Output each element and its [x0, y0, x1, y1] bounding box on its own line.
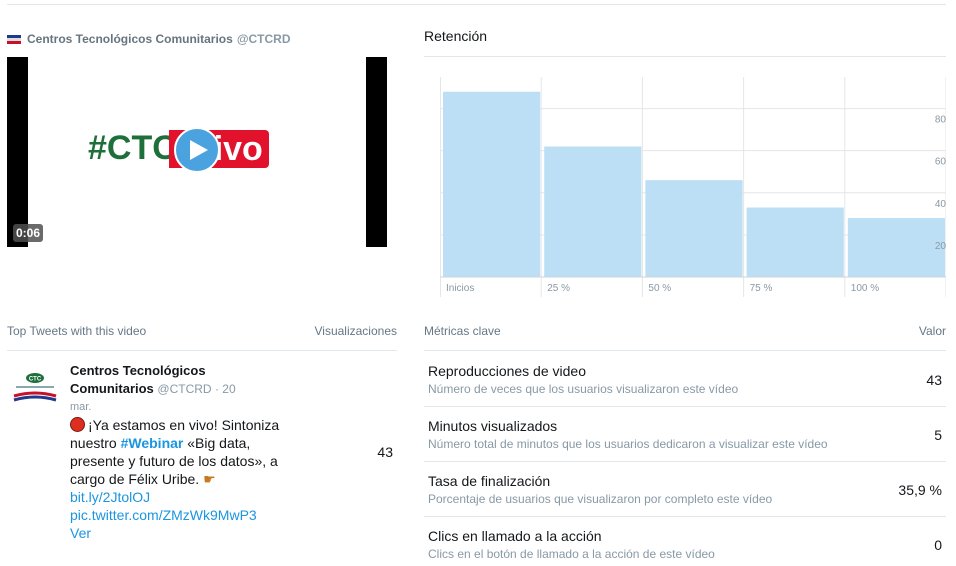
y-tick-label: 60	[935, 157, 946, 168]
metric-row-clics: Clics en llamado a la acción Clics en el…	[424, 517, 946, 566]
x-tick-label: Inicios	[446, 283, 474, 294]
top-tweets-divider	[7, 350, 397, 351]
brand-ctc-text: #CTC	[88, 129, 177, 167]
top-tweets-views-label: Visualizaciones	[314, 324, 398, 338]
metric-row-reproducciones: Reproducciones de video Número de veces …	[424, 352, 946, 407]
x-tick-label: 50 %	[648, 283, 671, 294]
play-button[interactable]	[174, 127, 220, 173]
tweet-link-bitly[interactable]: bit.ly/2JtolOJ	[70, 489, 150, 505]
metric-name: Minutos visualizados	[428, 418, 558, 434]
metric-description: Número total de minutos que los usuarios…	[428, 437, 828, 451]
tweet-see-more[interactable]: Ver	[70, 524, 280, 542]
y-tick-label: 80	[935, 115, 946, 126]
x-tick-label: 25 %	[547, 283, 570, 294]
key-metrics-divider	[424, 350, 946, 351]
video-account-handle: @CTCRD	[236, 32, 291, 46]
pointing-hand-icon: ☛	[203, 471, 216, 487]
top-divider	[7, 4, 946, 5]
letterbox-left	[7, 57, 28, 247]
retention-divider	[424, 56, 946, 57]
account-flag-icon	[7, 34, 21, 44]
metric-description: Porcentaje de usuarios que visualizaron …	[428, 492, 773, 506]
metric-value: 5	[934, 427, 942, 443]
metric-value: 0	[934, 537, 942, 553]
metric-description: Número de veces que los usuarios visuali…	[428, 382, 739, 396]
svg-text:CTC: CTC	[29, 377, 42, 383]
metric-value: 43	[926, 372, 942, 388]
metric-row-minutos: Minutos visualizados Número total de min…	[424, 407, 946, 462]
video-duration: 0:06	[13, 224, 44, 242]
y-tick-label: 40	[935, 199, 946, 210]
top-tweets-header: Top Tweets with this video Visualizacion…	[7, 324, 397, 338]
tweet-handle: @CTCRD	[157, 382, 212, 396]
tweet-avatar[interactable]: CTC	[12, 370, 58, 410]
metric-name: Clics en llamado a la acción	[428, 528, 602, 544]
top-tweets-label: Top Tweets with this video	[7, 324, 147, 338]
tweet-hashtag[interactable]: #Webinar	[121, 435, 184, 451]
key-metrics-label: Métricas clave	[424, 324, 501, 338]
key-metrics-value-label: Valor	[918, 324, 946, 338]
retention-bar	[645, 180, 743, 277]
video-player[interactable]: #CTC vivo 0:06	[7, 57, 387, 247]
red-circle-icon	[70, 417, 85, 432]
tweet-date-month: mar.	[70, 401, 92, 413]
retention-chart-svg: 20 40 60 80 Inicios 25 % 50 % 75 % 100 %	[440, 77, 946, 297]
retention-bar	[746, 207, 844, 277]
video-account-line[interactable]: Centros Tecnológicos Comunitarios @CTCRD	[7, 32, 291, 46]
retention-bar	[847, 218, 945, 277]
tweet-body: Centros Tecnológicos Comunitarios @CTCRD…	[70, 362, 280, 542]
metric-description: Clics en el botón de llamado a la acción…	[428, 547, 715, 561]
x-tick-label: 75 %	[750, 283, 773, 294]
tweet-text: ¡Ya estamos en vivo! Sintoniza nuestro #…	[70, 416, 280, 542]
tweet-link-pic[interactable]: pic.twitter.com/ZMzWk9MwP3	[70, 506, 280, 524]
tweet-author-line[interactable]: Centros Tecnológicos Comunitarios @CTCRD…	[70, 362, 280, 398]
tweet-date-day: · 20	[211, 382, 236, 396]
retention-bar	[443, 91, 541, 277]
video-account-name[interactable]: Centros Tecnológicos Comunitarios	[27, 32, 233, 46]
letterbox-right	[366, 57, 387, 247]
key-metrics-header: Métricas clave Valor	[424, 324, 946, 338]
retention-bar	[544, 146, 642, 277]
y-tick-label: 20	[935, 241, 946, 252]
metric-row-finalizacion: Tasa de finalización Porcentaje de usuar…	[424, 462, 946, 517]
ctc-logo-icon: CTC	[13, 373, 57, 402]
x-tick-label: 100 %	[851, 283, 879, 294]
metric-value: 35,9 %	[898, 482, 942, 498]
retention-title: Retención	[424, 28, 488, 44]
play-icon	[190, 140, 208, 160]
retention-chart: 20 40 60 80 Inicios 25 % 50 % 75 % 100 %	[440, 77, 946, 297]
tweet-views-count: 43	[377, 444, 393, 460]
metric-name: Tasa de finalización	[428, 473, 551, 489]
metric-name: Reproducciones de video	[428, 363, 586, 379]
